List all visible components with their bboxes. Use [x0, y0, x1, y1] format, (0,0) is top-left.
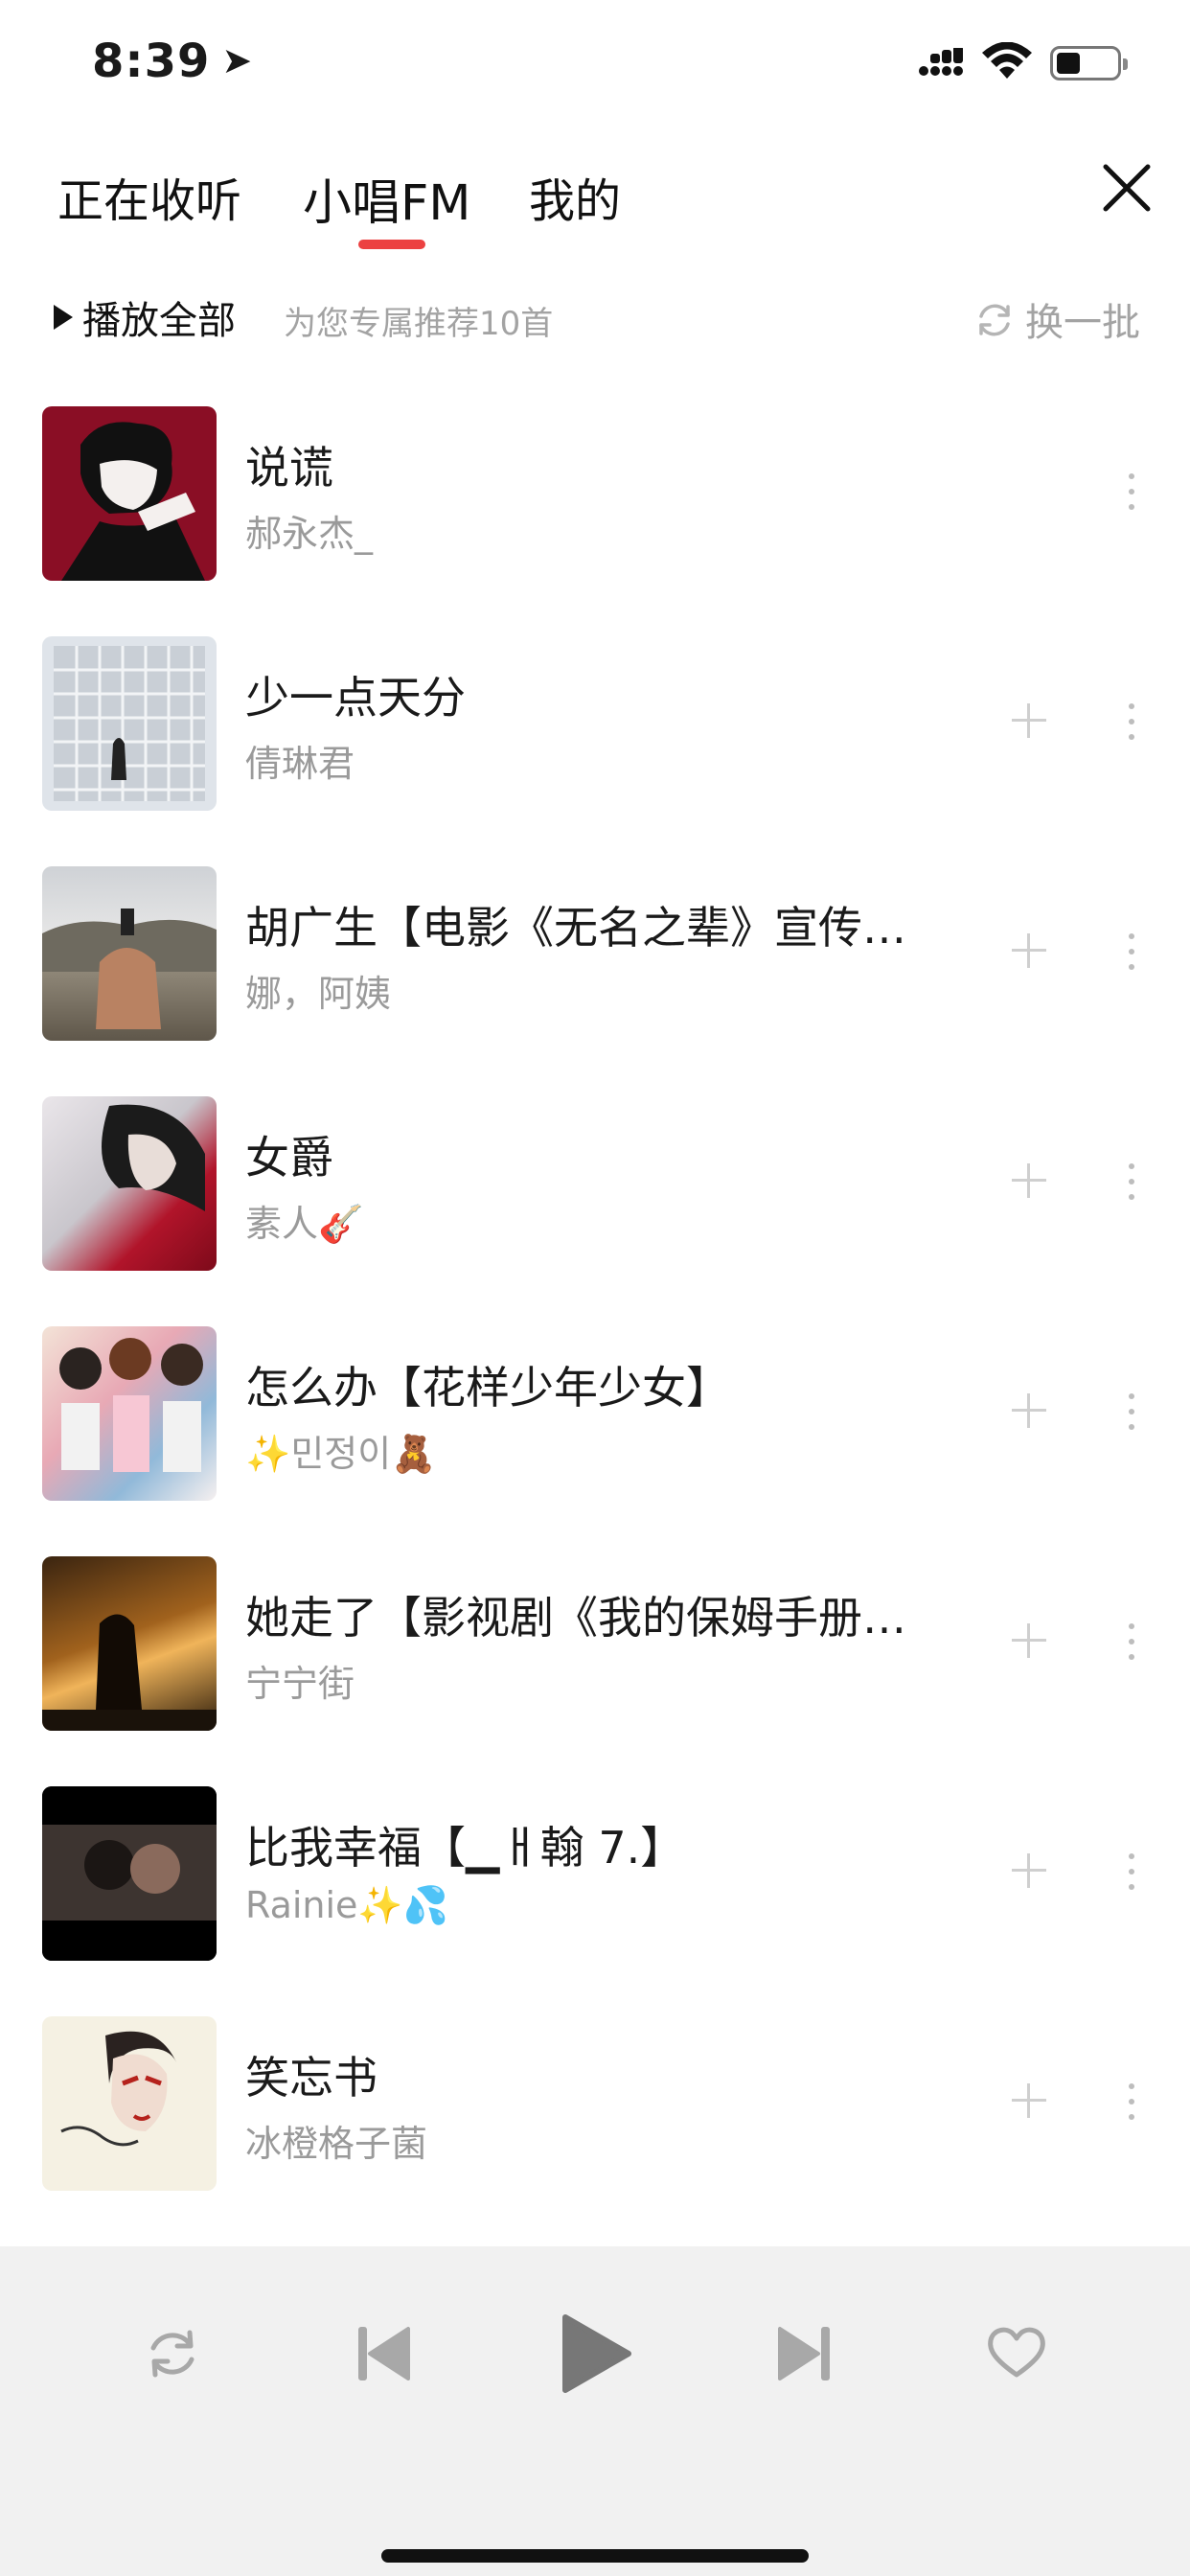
album-cover — [42, 406, 217, 581]
list-item[interactable]: 少一点天分 倩琳君 — [0, 613, 1190, 843]
time-text: 8:39 — [92, 34, 211, 88]
song-title: 她走了【影视剧《我的保姆手册… — [245, 1592, 906, 1644]
more-options-icon[interactable] — [1117, 2080, 1146, 2124]
song-artist: 冰橙格子菌 — [245, 2123, 428, 2165]
recommend-note: 为您专属推荐10首 — [284, 305, 554, 343]
song-artist: 倩琳君 — [245, 743, 355, 785]
song-list: 说谎 郝永杰_ 少一点天分 倩琳君 胡广生【电影《无名之辈》宣传… 娜，阿姨 女… — [0, 383, 1190, 2223]
more-options-icon[interactable] — [1117, 470, 1146, 514]
more-options-icon[interactable] — [1117, 930, 1146, 974]
tab-mine[interactable]: 我的 — [529, 163, 621, 230]
album-cover — [42, 1096, 217, 1271]
tab-xiaochang-fm[interactable]: 小唱FM — [303, 163, 470, 234]
play-all-button[interactable]: 播放全部 — [54, 289, 236, 345]
list-item[interactable]: 胡广生【电影《无名之辈》宣传… 娜，阿姨 — [0, 843, 1190, 1073]
more-options-icon[interactable] — [1117, 700, 1146, 744]
list-item[interactable]: 说谎 郝永杰_ — [0, 383, 1190, 613]
list-item[interactable]: 女爵 素人🎸 — [0, 1073, 1190, 1303]
add-to-playlist-icon[interactable] — [1010, 1852, 1048, 1890]
song-artist: ✨민정이🧸 — [245, 1433, 437, 1475]
album-cover — [42, 2016, 217, 2191]
add-to-playlist-icon[interactable] — [1010, 2082, 1048, 2120]
album-cover — [42, 866, 217, 1041]
list-item[interactable]: 比我幸福【▁ㅐ翰 7.】 Rainie✨💦 — [0, 1763, 1190, 1993]
song-title: 怎么办【花样少年少女】 — [245, 1362, 730, 1414]
previous-track-icon[interactable] — [355, 2323, 412, 2384]
album-cover — [42, 1786, 217, 1961]
song-title: 比我幸福【▁ㅐ翰 7.】 — [245, 1822, 685, 1874]
play-icon[interactable] — [556, 2310, 636, 2398]
song-artist: Rainie✨💦 — [245, 1884, 449, 1926]
album-cover — [42, 636, 217, 811]
more-options-icon[interactable] — [1117, 1620, 1146, 1664]
refresh-label: 换一批 — [1025, 301, 1140, 345]
add-to-playlist-icon[interactable] — [1010, 1622, 1048, 1660]
album-cover — [42, 1326, 217, 1501]
song-artist: 宁宁街 — [245, 1663, 355, 1705]
play-triangle-icon — [54, 305, 73, 330]
album-cover — [42, 1556, 217, 1731]
more-options-icon[interactable] — [1117, 1160, 1146, 1204]
more-options-icon[interactable] — [1117, 1390, 1146, 1434]
add-to-playlist-icon[interactable] — [1010, 1392, 1048, 1430]
tab-now-listening[interactable]: 正在收听 — [57, 163, 241, 230]
player-bar — [0, 2246, 1190, 2576]
song-title: 胡广生【电影《无名之辈》宣传… — [245, 902, 906, 954]
cellular-signal-icon — [919, 48, 963, 76]
list-item[interactable]: 怎么办【花样少年少女】 ✨민정이🧸 — [0, 1303, 1190, 1533]
close-icon[interactable] — [1098, 159, 1156, 217]
song-artist: 娜，阿姨 — [245, 973, 392, 1015]
refresh-icon — [979, 304, 1010, 336]
battery-icon — [1050, 46, 1128, 80]
location-arrow-icon: ➤ — [221, 39, 254, 81]
song-title: 笑忘书 — [245, 2052, 378, 2104]
song-title: 说谎 — [245, 442, 333, 494]
refresh-batch-button[interactable]: 换一批 — [973, 291, 1140, 347]
add-to-playlist-icon[interactable] — [1010, 1162, 1048, 1200]
list-item[interactable]: 她走了【影视剧《我的保姆手册… 宁宁街 — [0, 1533, 1190, 1763]
home-indicator — [381, 2549, 809, 2563]
status-bar: 8:39 ➤ — [0, 0, 1190, 126]
add-to-playlist-icon[interactable] — [1010, 932, 1048, 970]
wifi-icon — [982, 42, 1032, 79]
song-title: 少一点天分 — [245, 672, 466, 724]
add-to-playlist-icon[interactable] — [1010, 702, 1048, 740]
next-track-icon[interactable] — [776, 2323, 834, 2384]
list-item[interactable]: 笑忘书 冰橙格子菌 — [0, 1993, 1190, 2223]
heart-icon[interactable] — [985, 2323, 1048, 2380]
song-title: 女爵 — [245, 1132, 333, 1184]
song-artist: 郝永杰_ — [245, 513, 374, 555]
tab-bar: 正在收听 小唱FM 我的 — [0, 144, 1190, 259]
actions-row: 播放全部 为您专属推荐10首 换一批 — [0, 284, 1190, 351]
more-options-icon[interactable] — [1117, 1850, 1146, 1894]
song-artist: 素人🎸 — [245, 1203, 364, 1245]
active-tab-indicator — [358, 240, 425, 249]
status-time: 8:39 ➤ — [92, 34, 253, 88]
loop-mode-icon[interactable] — [142, 2323, 203, 2384]
play-all-label: 播放全部 — [82, 299, 236, 343]
